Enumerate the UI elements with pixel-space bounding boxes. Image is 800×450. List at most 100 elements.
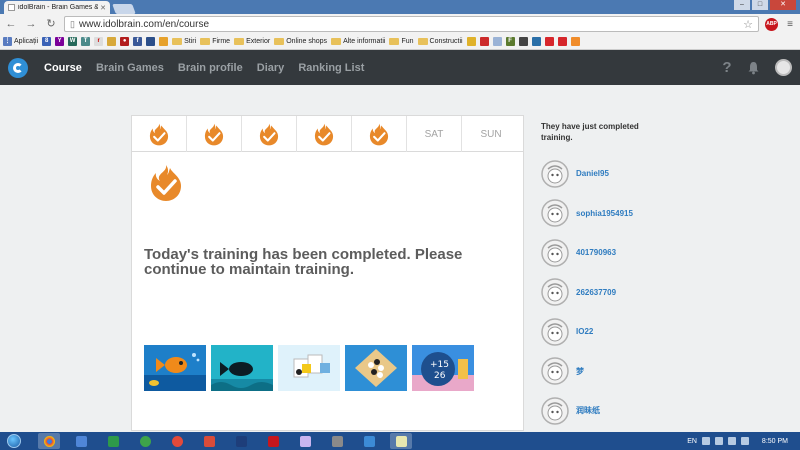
- minimize-button[interactable]: –: [734, 0, 750, 10]
- bookmark-folder[interactable]: Constructii: [417, 38, 463, 45]
- bookmark-folder[interactable]: Stiri: [172, 38, 196, 45]
- tray-icon[interactable]: [714, 437, 723, 445]
- page-info-icon[interactable]: ▯: [70, 19, 75, 30]
- bookmark-site-icon[interactable]: [159, 37, 169, 46]
- user-name-link[interactable]: 梦: [576, 366, 584, 377]
- taskbar-app-icon[interactable]: [230, 433, 252, 449]
- nav-brain-profile[interactable]: Brain profile: [178, 62, 243, 74]
- bookmark-site-icon[interactable]: [146, 37, 156, 46]
- browser-tab[interactable]: idolBrain - Brain Games & ✕: [4, 1, 110, 14]
- new-tab-button[interactable]: [112, 4, 136, 14]
- nav-diary[interactable]: Diary: [257, 62, 285, 74]
- user-avatar-icon[interactable]: [541, 199, 569, 227]
- taskbar-app-icon[interactable]: [166, 433, 188, 449]
- user-name-link[interactable]: 262637709: [576, 288, 616, 297]
- week-day-label: SAT: [424, 128, 444, 140]
- network-icon[interactable]: [727, 437, 736, 445]
- user-name-link[interactable]: 润昧纸: [576, 405, 600, 416]
- user-avatar-icon[interactable]: [541, 357, 569, 385]
- user-avatar-icon[interactable]: [541, 397, 569, 425]
- bookmark-site-icon[interactable]: W: [68, 37, 78, 46]
- bookmark-site-icon[interactable]: [479, 37, 489, 46]
- bookmark-folder[interactable]: Online shops: [274, 38, 327, 45]
- adblock-icon[interactable]: ABP: [765, 17, 778, 31]
- bookmark-folder[interactable]: Firme: [200, 38, 230, 45]
- start-button[interactable]: [0, 432, 28, 450]
- windows-taskbar: EN 8:50 PM: [0, 432, 800, 450]
- taskbar-app-icon[interactable]: [326, 433, 348, 449]
- game-thumbnail-cards[interactable]: [278, 345, 340, 391]
- game-thumbnail-fish[interactable]: [144, 345, 206, 391]
- bookmark-folder[interactable]: Exterior: [234, 38, 270, 45]
- bookmark-site-icon[interactable]: f: [133, 37, 143, 46]
- bookmark-star-icon[interactable]: ☆: [743, 18, 753, 31]
- user-avatar-icon[interactable]: [541, 318, 569, 346]
- back-arrow-icon[interactable]: ←: [4, 17, 18, 31]
- list-item[interactable]: IO22: [541, 312, 633, 352]
- help-button[interactable]: ?: [714, 50, 740, 85]
- user-name-link[interactable]: IO22: [576, 327, 593, 336]
- bookmark-site-icon[interactable]: T: [81, 37, 91, 46]
- bookmark-site-icon[interactable]: [492, 37, 502, 46]
- bookmark-folder[interactable]: Fun: [389, 38, 414, 45]
- list-item[interactable]: 401790963: [541, 233, 633, 273]
- nav-brain-games[interactable]: Brain Games: [96, 62, 164, 74]
- bookmark-site-icon[interactable]: [531, 37, 541, 46]
- close-tab-icon[interactable]: ✕: [100, 4, 106, 12]
- bookmark-site-icon[interactable]: [466, 37, 476, 46]
- user-avatar-icon[interactable]: [541, 239, 569, 267]
- user-avatar-button[interactable]: [766, 50, 800, 85]
- volume-icon[interactable]: [740, 437, 749, 445]
- chrome-taskbar-icon[interactable]: [38, 433, 60, 449]
- taskbar-app-icon[interactable]: [102, 433, 124, 449]
- browser-menu-icon[interactable]: ≡: [784, 19, 796, 30]
- game-thumbnail-go[interactable]: [345, 345, 407, 391]
- language-indicator[interactable]: EN: [687, 438, 697, 445]
- nav-ranking-list[interactable]: Ranking List: [298, 62, 364, 74]
- bookmark-site-icon[interactable]: r: [94, 37, 104, 46]
- address-bar[interactable]: ▯ www.idolbrain.com/en/course ☆: [64, 16, 759, 32]
- user-avatar-icon[interactable]: [541, 160, 569, 188]
- tray-icon[interactable]: [701, 437, 710, 445]
- user-name-link[interactable]: sophia1954915: [576, 209, 633, 218]
- user-name-link[interactable]: 401790963: [576, 248, 616, 257]
- taskbar-app-icon[interactable]: [390, 433, 412, 449]
- forward-arrow-icon[interactable]: →: [24, 17, 38, 31]
- list-item[interactable]: Daniel95: [541, 154, 633, 194]
- user-avatar-icon[interactable]: [541, 278, 569, 306]
- taskbar-app-icon[interactable]: [262, 433, 284, 449]
- notification-bell-icon[interactable]: [740, 50, 766, 85]
- taskbar-app-icon[interactable]: [134, 433, 156, 449]
- taskbar-clock[interactable]: 8:50 PM: [762, 438, 788, 445]
- game-thumbnail-math[interactable]: +15 26: [412, 345, 474, 391]
- site-header: Course Brain Games Brain profile Diary R…: [0, 50, 800, 85]
- list-item[interactable]: 梦: [541, 352, 633, 392]
- bookmark-site-icon[interactable]: [557, 37, 567, 46]
- page-icon: [8, 4, 15, 11]
- bookmark-site-icon[interactable]: ●: [120, 37, 130, 46]
- bookmark-apps[interactable]: ⋮ Aplicații: [3, 37, 38, 46]
- taskbar-app-icon[interactable]: [70, 433, 92, 449]
- list-item[interactable]: sophia1954915: [541, 194, 633, 234]
- bookmark-folder[interactable]: Alte informatii: [331, 38, 385, 45]
- bookmark-site-icon[interactable]: [544, 37, 554, 46]
- taskbar-app-icon[interactable]: [294, 433, 316, 449]
- completed-day-icon: [204, 123, 224, 145]
- bookmark-site-icon[interactable]: Y: [55, 37, 65, 46]
- bookmark-site-icon[interactable]: [570, 37, 580, 46]
- taskbar-app-icon[interactable]: [358, 433, 380, 449]
- list-item[interactable]: 润昧纸: [541, 391, 633, 431]
- idolbrain-logo-icon[interactable]: [8, 57, 28, 78]
- list-item[interactable]: 262637709: [541, 273, 633, 313]
- user-name-link[interactable]: Daniel95: [576, 169, 609, 178]
- bookmark-site-icon[interactable]: [107, 37, 117, 46]
- taskbar-app-icon[interactable]: [198, 433, 220, 449]
- nav-course[interactable]: Course: [44, 62, 82, 74]
- bookmark-site-icon[interactable]: [518, 37, 528, 46]
- bookmark-site-icon[interactable]: 8: [42, 37, 52, 46]
- maximize-button[interactable]: □: [752, 0, 768, 10]
- reload-icon[interactable]: ↻: [44, 17, 58, 31]
- close-window-button[interactable]: ✕: [770, 0, 796, 10]
- bookmark-site-icon[interactable]: F: [505, 37, 515, 46]
- game-thumbnail-silhouette[interactable]: [211, 345, 273, 391]
